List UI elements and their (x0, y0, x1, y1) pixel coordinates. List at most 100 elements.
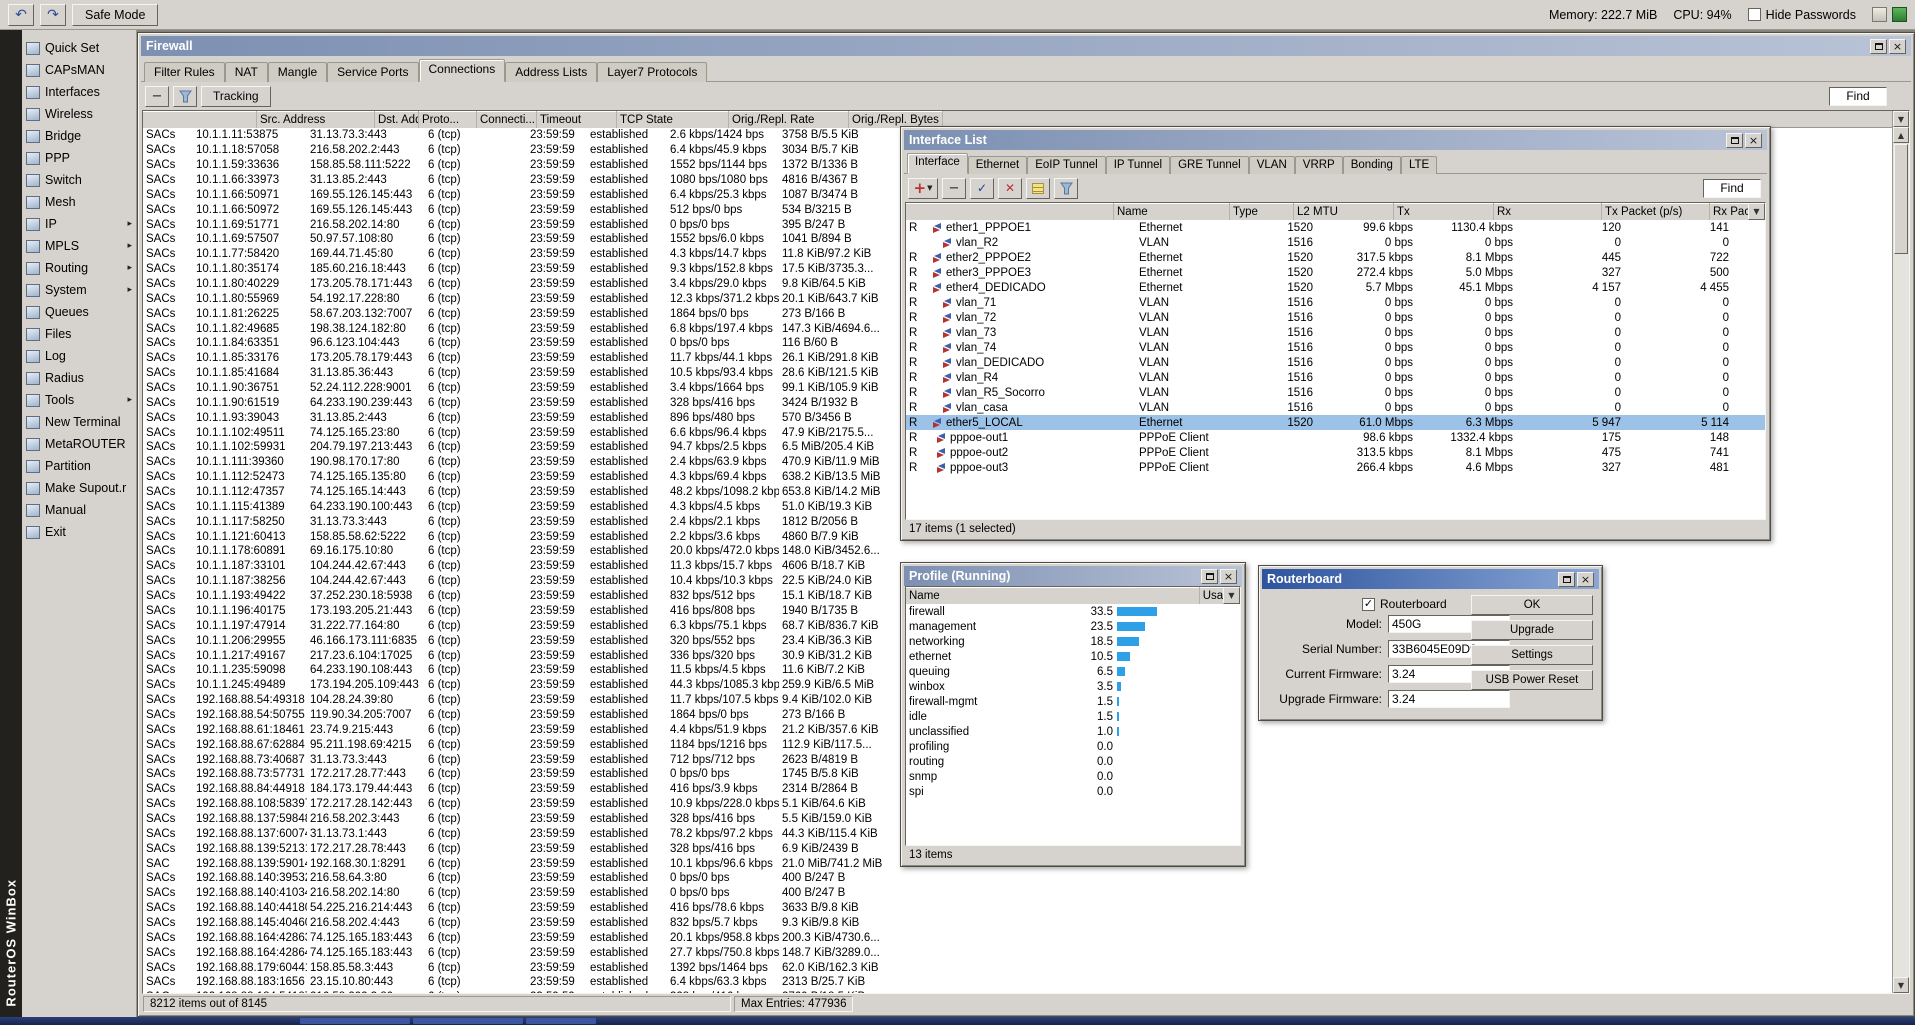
vertical-scrollbar[interactable]: ▼ ▲ ▼ (1892, 111, 1909, 993)
scroll-down-button[interactable]: ▼ (1893, 977, 1909, 993)
column-header[interactable]: Proto... (419, 111, 477, 128)
winbox[interactable]: winbox 3.5 (906, 679, 1240, 694)
ether1_PPPOE1[interactable]: R ether1_PPPOE1 Ethernet 1520 99.6 kbps … (906, 220, 1765, 235)
tab[interactable]: Layer7 Protocols (597, 62, 707, 82)
vlan_72[interactable]: R vlan_72 VLAN 1516 0 bps 0 bps 0 (906, 310, 1765, 325)
connection-row[interactable]: SACs 192.168.88.140:44180 54.225.216.214… (143, 901, 1909, 916)
management[interactable]: management 23.5 (906, 619, 1240, 634)
tab[interactable]: Interface (907, 153, 968, 174)
snmp[interactable]: snmp 0.0 (906, 769, 1240, 784)
column-select-button[interactable]: ▼ (1893, 111, 1909, 127)
sidebar-item[interactable]: Make Supout.rif (22, 477, 136, 499)
upgrade-button[interactable]: Upgrade (1471, 620, 1593, 640)
sidebar-item[interactable]: Log (22, 345, 136, 367)
cpu-indicator[interactable]: CPU: 94% (1673, 8, 1731, 22)
vlan_DEDICADO[interactable]: R vlan_DEDICADO VLAN 1516 0 bps 0 bps 0 (906, 355, 1765, 370)
queuing[interactable]: queuing 6.5 (906, 664, 1240, 679)
scroll-track[interactable] (1893, 255, 1909, 977)
tab[interactable]: Service Ports (327, 62, 418, 82)
taskbar-item[interactable] (526, 1018, 596, 1024)
sidebar-item[interactable]: Switch (22, 169, 136, 191)
sidebar-item[interactable]: Queues (22, 301, 136, 323)
ether3_PPPOE3[interactable]: R ether3_PPPOE3 Ethernet 1520 272.4 kbps… (906, 265, 1765, 280)
redo-button[interactable]: ↷ (40, 4, 66, 26)
column-header[interactable] (143, 111, 257, 128)
settings-button[interactable]: Settings (1471, 645, 1593, 665)
tab[interactable]: Ethernet (968, 156, 1027, 174)
sidebar-item[interactable]: Routing ▸ (22, 257, 136, 279)
sidebar-item[interactable]: Files (22, 323, 136, 345)
ok-button[interactable]: OK (1471, 595, 1593, 615)
column-select-button[interactable]: ▼ (1748, 203, 1765, 220)
routing[interactable]: routing 0.0 (906, 754, 1240, 769)
find-button[interactable]: Find (1829, 87, 1887, 106)
connection-row[interactable]: SACs 192.168.88.183:1656 23.15.10.80:443… (143, 975, 1909, 990)
interface-list-titlebar[interactable]: Interface List × (904, 130, 1767, 150)
vlan_casa[interactable]: R vlan_casa VLAN 1516 0 bps 0 bps 0 (906, 400, 1765, 415)
column-header[interactable]: Dst. Address (375, 111, 419, 128)
tab[interactable]: IP Tunnel (1106, 156, 1170, 174)
sidebar-item[interactable]: CAPsMAN (22, 59, 136, 81)
sidebar-item[interactable]: Quick Set (22, 37, 136, 59)
sidebar-item[interactable]: New Terminal (22, 411, 136, 433)
firewall-titlebar[interactable]: Firewall × (141, 36, 1911, 56)
column-header[interactable]: Tx (1394, 203, 1494, 220)
usb-power-reset-button[interactable]: USB Power Reset (1471, 670, 1593, 690)
filter-button[interactable] (1054, 178, 1078, 199)
routerboard-titlebar[interactable]: Routerboard × (1262, 569, 1599, 589)
tab[interactable]: Address Lists (505, 62, 597, 82)
disable-button[interactable]: ✕ (998, 178, 1022, 199)
remove-button[interactable]: − (942, 178, 966, 199)
unclassified[interactable]: unclassified 1.0 (906, 724, 1240, 739)
pppoe-out3[interactable]: R pppoe-out3 PPPoE Client 266.4 kbps 4.6… (906, 460, 1765, 475)
profile-titlebar[interactable]: Profile (Running) × (904, 566, 1242, 586)
close-button[interactable]: × (1889, 39, 1906, 54)
firewall[interactable]: firewall 33.5 (906, 604, 1240, 619)
tab[interactable]: EoIP Tunnel (1027, 156, 1105, 174)
sidebar-item[interactable]: Wireless (22, 103, 136, 125)
column-header[interactable]: Src. Address (257, 111, 375, 128)
close-button[interactable]: × (1745, 133, 1762, 148)
close-button[interactable]: × (1220, 569, 1237, 584)
column-header[interactable]: Tx Packet (p/s) (1602, 203, 1710, 220)
ether4_DEDICADO[interactable]: R ether4_DEDICADO Ethernet 1520 5.7 Mbps… (906, 280, 1765, 295)
tab[interactable]: Bonding (1343, 156, 1401, 174)
connection-row[interactable]: SACs 192.168.88.140:39532 216.58.64.3:80… (143, 871, 1909, 886)
connection-row[interactable]: SACs 192.168.88.140:41034 216.58.202.14:… (143, 886, 1909, 901)
firewall-mgmt[interactable]: firewall-mgmt 1.5 (906, 694, 1240, 709)
maximize-button[interactable] (1201, 569, 1218, 584)
tab[interactable]: Filter Rules (144, 62, 225, 82)
column-select-button[interactable]: ▼ (1223, 587, 1240, 604)
sidebar-item[interactable]: PPP (22, 147, 136, 169)
scroll-up-button[interactable]: ▲ (1893, 127, 1909, 143)
safe-mode-button[interactable]: Safe Mode (72, 4, 158, 26)
sidebar-item[interactable]: IP ▸ (22, 213, 136, 235)
tab[interactable]: VRRP (1295, 156, 1343, 174)
vlan_74[interactable]: R vlan_74 VLAN 1516 0 bps 0 bps 0 (906, 340, 1765, 355)
vlan_71[interactable]: R vlan_71 VLAN 1516 0 bps 0 bps 0 (906, 295, 1765, 310)
memory-indicator[interactable]: Memory: 222.7 MiB (1549, 8, 1657, 22)
close-button[interactable]: × (1577, 572, 1594, 587)
maximize-button[interactable] (1870, 39, 1887, 54)
vlan_73[interactable]: R vlan_73 VLAN 1516 0 bps 0 bps 0 (906, 325, 1765, 340)
comment-button[interactable] (1026, 178, 1050, 199)
remove-button[interactable]: − (145, 86, 169, 107)
connection-row[interactable]: SACs 192.168.88.184:54187 216.58.202.3:8… (143, 990, 1909, 993)
find-button[interactable]: Find (1703, 179, 1761, 198)
pppoe-out2[interactable]: R pppoe-out2 PPPoE Client 313.5 kbps 8.1… (906, 445, 1765, 460)
column-header[interactable]: TCP State (617, 111, 729, 128)
maximize-button[interactable] (1558, 572, 1575, 587)
column-header[interactable]: Rx (1494, 203, 1602, 220)
vlan_R4[interactable]: R vlan_R4 VLAN 1516 0 bps 0 bps 0 (906, 370, 1765, 385)
sidebar-item[interactable]: MPLS ▸ (22, 235, 136, 257)
vlan_R5_Socorro[interactable]: R vlan_R5_Socorro VLAN 1516 0 bps 0 bps … (906, 385, 1765, 400)
column-header[interactable]: L2 MTU (1294, 203, 1394, 220)
sidebar-item[interactable]: Manual (22, 499, 136, 521)
sidebar-item[interactable]: Tools ▸ (22, 389, 136, 411)
column-header[interactable] (906, 203, 1114, 220)
networking[interactable]: networking 18.5 (906, 634, 1240, 649)
connection-row[interactable]: SACs 192.168.88.179:60441 158.85.58.3:44… (143, 960, 1909, 975)
column-header[interactable]: Name (906, 587, 1200, 604)
tab[interactable]: LTE (1401, 156, 1437, 174)
hide-passwords-checkbox[interactable] (1748, 8, 1761, 21)
